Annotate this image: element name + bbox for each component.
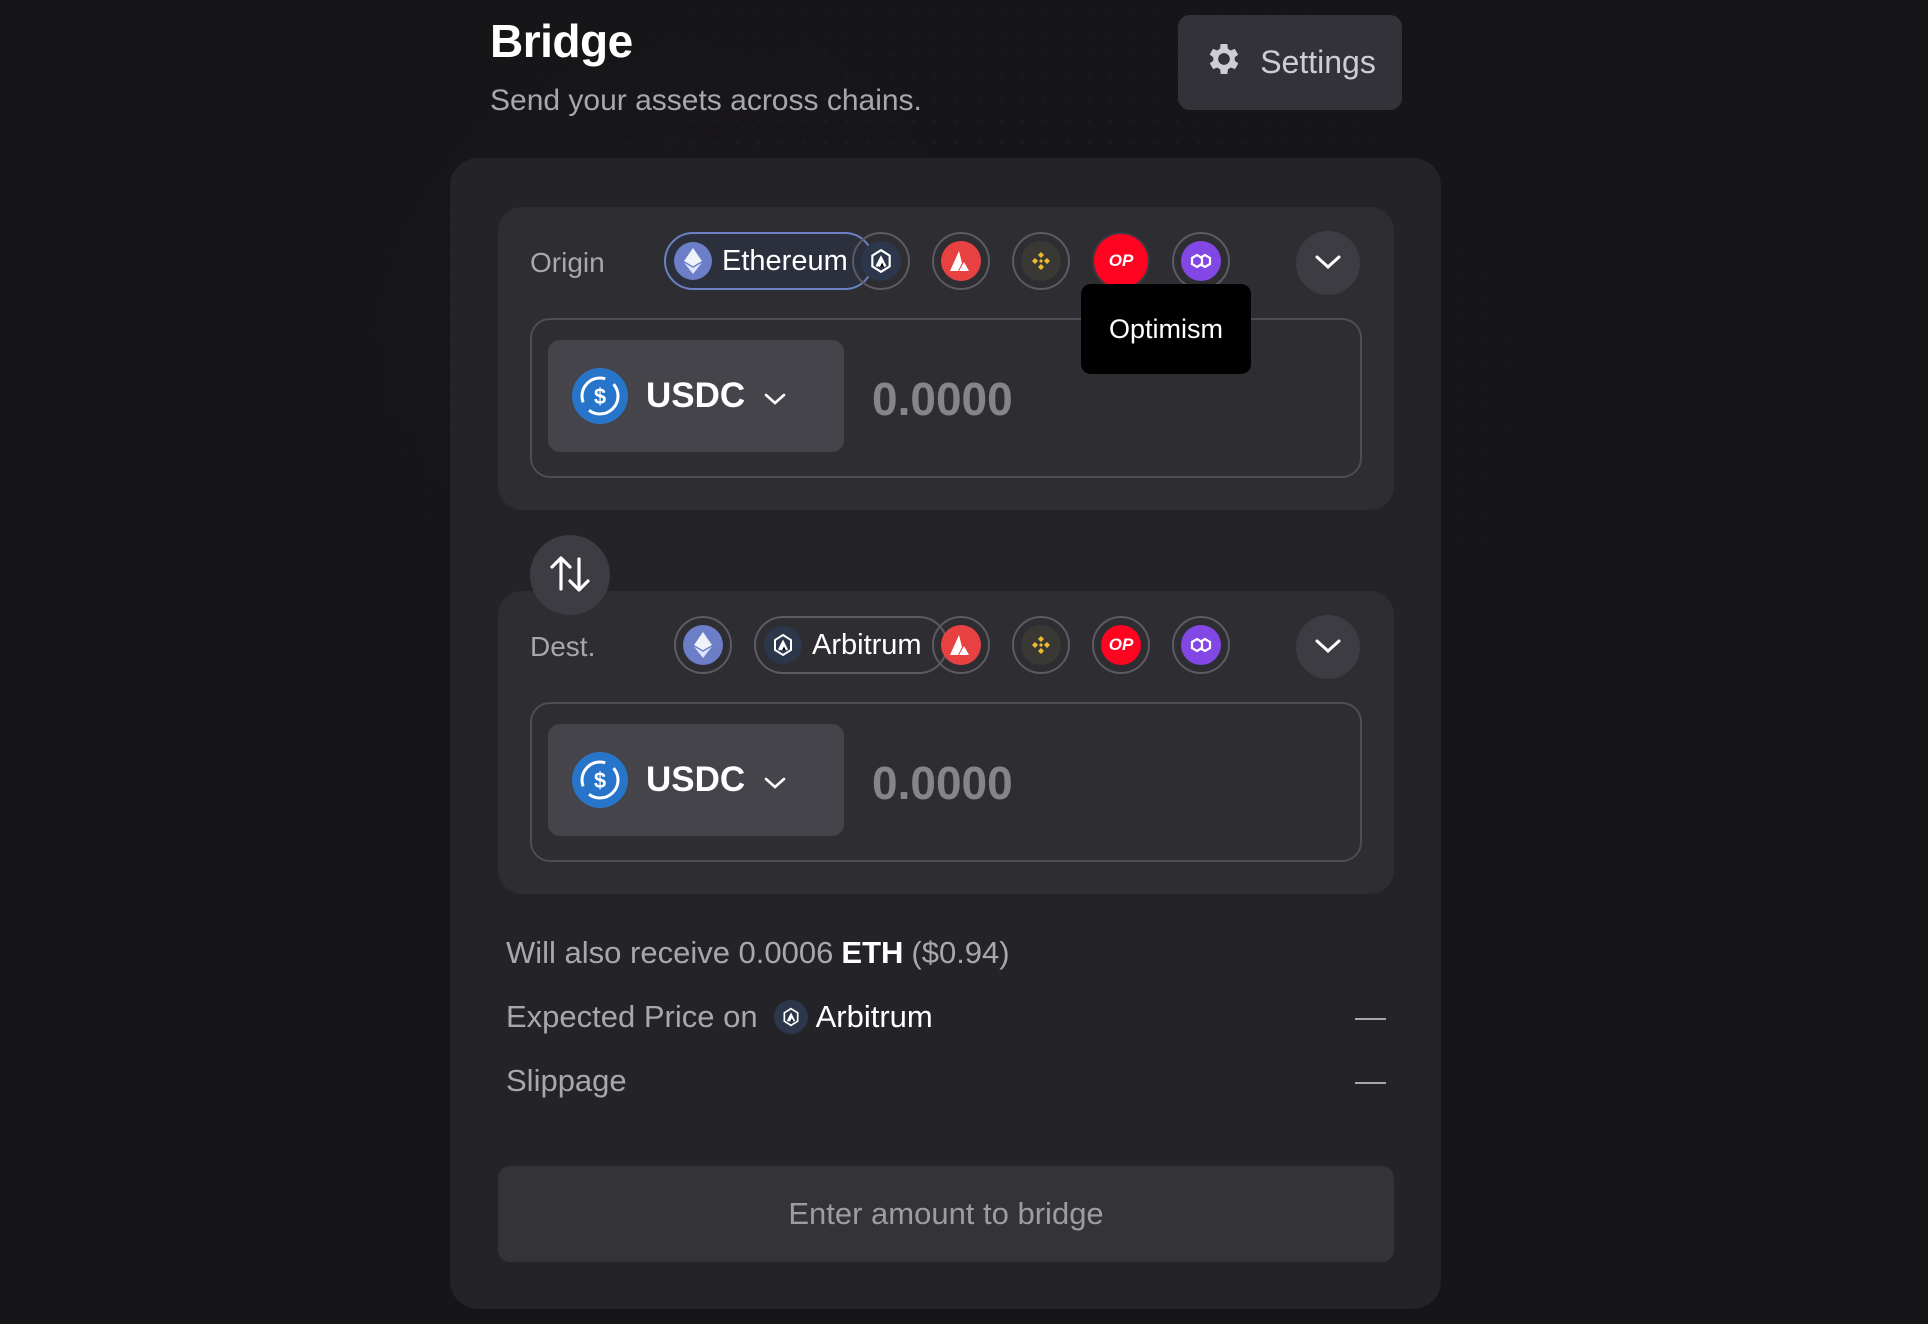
bridge-submit-button[interactable]: Enter amount to bridge — [498, 1166, 1394, 1262]
dest-chain-polygon[interactable] — [1172, 616, 1230, 674]
origin-label: Origin — [530, 247, 605, 278]
optimism-icon: OP — [1101, 625, 1141, 665]
page-subtitle: Send your assets across chains. — [490, 84, 922, 117]
avalanche-icon — [941, 241, 981, 281]
gear-icon — [1204, 39, 1244, 87]
svg-text:$: $ — [594, 384, 606, 409]
dest-chain-bnb[interactable] — [1012, 616, 1070, 674]
optimism-icon: OP — [1094, 234, 1148, 288]
slippage-value: — — [1355, 1063, 1386, 1098]
origin-chain-row: Origin Ethereum OP — [530, 231, 1370, 295]
origin-panel: Origin Ethereum OP $ USDC 0.0000 — [498, 207, 1394, 510]
page-title: Bridge — [490, 15, 633, 67]
chevron-down-icon — [763, 760, 787, 800]
origin-chain-arbitrum[interactable] — [852, 232, 910, 290]
origin-token-select[interactable]: $ USDC — [548, 340, 844, 452]
bnb-icon — [1021, 625, 1061, 665]
arbitrum-icon — [861, 241, 901, 281]
destination-label: Dest. — [530, 631, 596, 662]
expected-price-label: Expected Price on — [506, 999, 758, 1034]
slippage-row: Slippage — — [506, 1063, 1386, 1099]
dest-token-select[interactable]: $ USDC — [548, 724, 844, 836]
origin-chain-optimism[interactable]: OP — [1092, 232, 1150, 290]
receive-prefix: Will also receive 0.0006 — [506, 935, 834, 970]
dest-more-chains-button[interactable] — [1296, 615, 1360, 679]
dest-chain-ethereum[interactable] — [674, 616, 732, 674]
swap-arrows-icon — [547, 553, 593, 598]
page-header: Bridge Send your assets across chains. — [490, 14, 922, 118]
origin-chain-avalanche[interactable] — [932, 232, 990, 290]
settings-label: Settings — [1260, 44, 1376, 80]
destination-chain-row: Dest. Arbitrum OP — [530, 615, 1370, 679]
chevron-down-icon — [763, 376, 787, 416]
origin-chain-polygon[interactable] — [1172, 232, 1230, 290]
settings-button[interactable]: Settings — [1178, 15, 1402, 110]
ethereum-icon — [674, 242, 712, 280]
receive-usd: ($0.94) — [911, 935, 1010, 970]
dest-amount-box: $ USDC — [530, 702, 1362, 862]
dest-token-label: USDC — [646, 760, 746, 799]
ethereum-icon — [683, 625, 723, 665]
arbitrum-icon — [773, 1000, 808, 1034]
arbitrum-icon — [764, 626, 802, 664]
dest-chain-label: Arbitrum — [812, 628, 922, 661]
dest-chain-optimism[interactable]: OP — [1092, 616, 1150, 674]
bnb-icon — [1021, 241, 1061, 281]
swap-direction-button[interactable] — [530, 535, 610, 615]
expected-price-chain: Arbitrum — [815, 999, 933, 1034]
chevron-down-icon — [1313, 636, 1343, 659]
dest-amount-input[interactable] — [872, 746, 1332, 820]
origin-chain-label: Ethereum — [722, 244, 848, 277]
origin-chain-bnb[interactable] — [1012, 232, 1070, 290]
dest-chain-arbitrum[interactable]: Arbitrum — [754, 616, 948, 674]
origin-chain-ethereum[interactable]: Ethereum — [664, 232, 874, 290]
destination-panel: Dest. Arbitrum OP $ USDC 0.0000 — [498, 591, 1394, 894]
page: Bridge Send your assets across chains. S… — [0, 0, 1928, 1324]
polygon-icon — [1181, 625, 1221, 665]
origin-more-chains-button[interactable] — [1296, 231, 1360, 295]
expected-price-row: Expected Price on Arbitrum — — [506, 999, 1386, 1035]
usdc-icon: $ — [572, 368, 628, 424]
slippage-label: Slippage — [506, 1063, 627, 1098]
origin-token-label: USDC — [646, 376, 746, 415]
dest-chain-avalanche[interactable] — [932, 616, 990, 674]
receive-info: Will also receive 0.0006 ETH ($0.94) — [506, 935, 1386, 971]
svg-text:$: $ — [594, 768, 606, 793]
usdc-icon: $ — [572, 752, 628, 808]
chevron-down-icon — [1313, 252, 1343, 275]
receive-token: ETH — [841, 935, 904, 970]
expected-price-value: — — [1355, 999, 1386, 1034]
chain-tooltip: Optimism — [1081, 284, 1251, 374]
avalanche-icon — [941, 625, 981, 665]
polygon-icon — [1181, 241, 1221, 281]
